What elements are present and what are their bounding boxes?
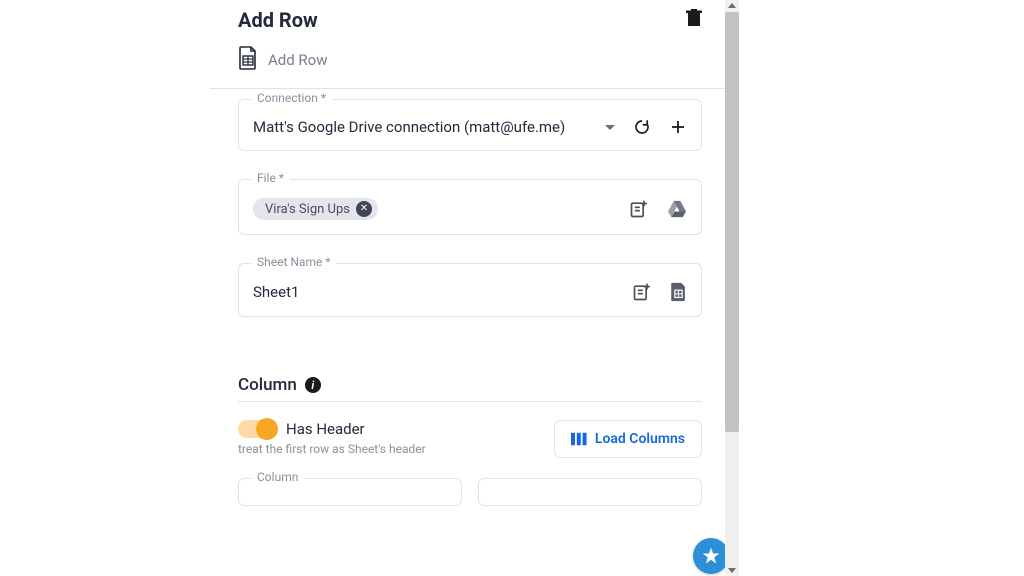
trash-icon: [686, 9, 702, 27]
add-connection-button[interactable]: [669, 118, 687, 136]
connection-value: Matt's Google Drive connection (matt@ufe…: [253, 118, 565, 136]
scroll-up-icon[interactable]: [728, 3, 736, 8]
column-name-field[interactable]: Column: [238, 478, 462, 506]
plus-icon: [669, 118, 687, 136]
connection-field[interactable]: Connection * Matt's Google Drive connect…: [238, 99, 702, 151]
help-fab-button[interactable]: [693, 538, 729, 574]
sheet-name-field[interactable]: Sheet Name * Sheet1: [238, 263, 702, 317]
browse-drive-button[interactable]: [667, 200, 687, 218]
module-subtitle: Add Row: [210, 36, 730, 88]
connection-label: Connection *: [251, 91, 332, 105]
sheet-name-value: Sheet1: [253, 283, 299, 301]
sheet-name-label: Sheet Name *: [251, 255, 336, 269]
map-sheet-button[interactable]: [632, 282, 652, 302]
file-label: File *: [251, 171, 290, 185]
config-panel: Add Row Add Row Connection *: [210, 0, 730, 576]
scroll-down-icon[interactable]: [728, 568, 736, 573]
browse-sheet-button[interactable]: [670, 282, 687, 302]
file-field[interactable]: File * Vira's Sign Ups ✕: [238, 179, 702, 235]
file-icon: [670, 282, 687, 302]
has-header-description: treat the first row as Sheet's header: [238, 442, 426, 456]
map-field-button[interactable]: [629, 199, 649, 219]
has-header-toggle[interactable]: [238, 420, 276, 438]
refresh-button[interactable]: [633, 118, 651, 136]
column-stub-label: Column: [251, 470, 304, 484]
remove-chip-button[interactable]: ✕: [356, 201, 372, 217]
map-icon: [632, 282, 652, 302]
refresh-icon: [633, 118, 651, 136]
map-icon: [629, 199, 649, 219]
column-section-header: Column i: [210, 375, 730, 401]
scrollbar-thumb[interactable]: [725, 12, 739, 432]
has-header-label: Has Header: [286, 420, 365, 438]
scrollbar[interactable]: [725, 0, 739, 576]
form-area: Connection * Matt's Google Drive connect…: [210, 89, 730, 355]
spreadsheet-icon: [238, 46, 258, 74]
info-icon[interactable]: i: [305, 377, 321, 393]
section-divider: [238, 401, 702, 402]
column-section-title: Column: [238, 375, 297, 395]
columns-icon: [571, 432, 587, 446]
page-title: Add Row: [238, 8, 318, 32]
load-columns-button[interactable]: Load Columns: [554, 420, 702, 458]
delete-button[interactable]: [686, 9, 702, 31]
star-icon: [701, 546, 721, 566]
google-drive-icon: [667, 200, 687, 218]
load-columns-label: Load Columns: [595, 431, 685, 447]
column-mapping-row: Column: [210, 458, 730, 506]
file-chip-label: Vira's Sign Ups: [265, 202, 350, 217]
has-header-row: Has Header treat the first row as Sheet'…: [210, 420, 730, 458]
toggle-knob: [256, 418, 278, 440]
column-value-field[interactable]: [478, 478, 702, 506]
file-chip: Vira's Sign Ups ✕: [253, 198, 378, 220]
module-name: Add Row: [268, 51, 328, 69]
panel-header: Add Row: [210, 0, 730, 36]
chevron-down-icon[interactable]: [605, 125, 615, 130]
